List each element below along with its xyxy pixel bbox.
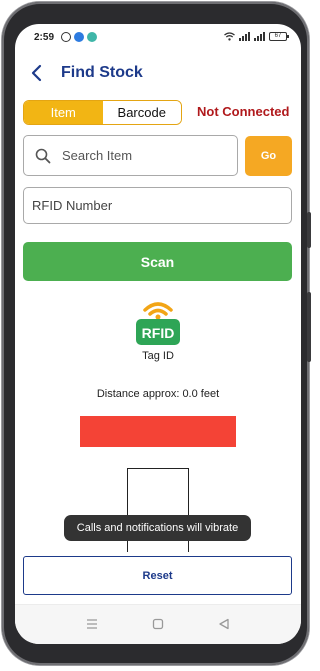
home-icon[interactable] bbox=[151, 617, 165, 631]
status-time: 2:59 bbox=[34, 32, 55, 43]
back-icon[interactable] bbox=[217, 617, 231, 631]
search-input[interactable] bbox=[62, 136, 232, 175]
mode-toggle: Item Barcode bbox=[23, 100, 182, 125]
reset-button[interactable]: Reset bbox=[23, 556, 292, 595]
toggle-item[interactable]: Item bbox=[24, 101, 103, 124]
search-icon bbox=[35, 148, 51, 164]
status-bar: 2:59 67 bbox=[15, 24, 301, 52]
connection-status: Not Connected bbox=[197, 104, 290, 119]
phone-frame: 2:59 67 Find Stock Item Barcode Not Conn… bbox=[2, 2, 311, 665]
go-button[interactable]: Go bbox=[245, 136, 292, 176]
chevron-left-icon[interactable] bbox=[28, 63, 46, 83]
page-title: Find Stock bbox=[61, 64, 143, 81]
toast-message: Calls and notifications will vibrate bbox=[64, 515, 251, 541]
rfid-number-field bbox=[23, 187, 292, 224]
rfid-tag-icon: RFID bbox=[136, 302, 180, 345]
signal-strength-icon-2 bbox=[254, 32, 265, 41]
app-header: Find Stock bbox=[15, 54, 301, 94]
menu-icon[interactable] bbox=[85, 617, 99, 631]
browser-icon bbox=[74, 32, 84, 42]
toggle-barcode[interactable]: Barcode bbox=[102, 101, 181, 124]
distance-readout: Distance approx: 0.0 feet bbox=[96, 388, 220, 400]
tag-id-label: Tag ID bbox=[142, 350, 174, 362]
scan-button[interactable]: Scan bbox=[23, 242, 292, 281]
system-nav-bar bbox=[15, 604, 301, 644]
whatsapp-icon bbox=[61, 32, 71, 42]
battery-icon: 67 bbox=[269, 32, 289, 41]
system-icons: 67 bbox=[224, 32, 289, 41]
rfid-number-input[interactable] bbox=[32, 188, 282, 223]
app-screen: 2:59 67 Find Stock Item Barcode Not Conn… bbox=[15, 24, 301, 644]
signal-strength-icon bbox=[239, 32, 250, 41]
wifi-icon bbox=[224, 32, 235, 41]
volume-button bbox=[307, 212, 311, 248]
search-field bbox=[23, 135, 238, 176]
app-notification-icon bbox=[87, 32, 97, 42]
power-button bbox=[307, 292, 311, 362]
signal-strength-bar bbox=[80, 416, 236, 447]
notification-icons bbox=[61, 32, 97, 42]
rfid-logo-text: RFID bbox=[142, 325, 175, 341]
